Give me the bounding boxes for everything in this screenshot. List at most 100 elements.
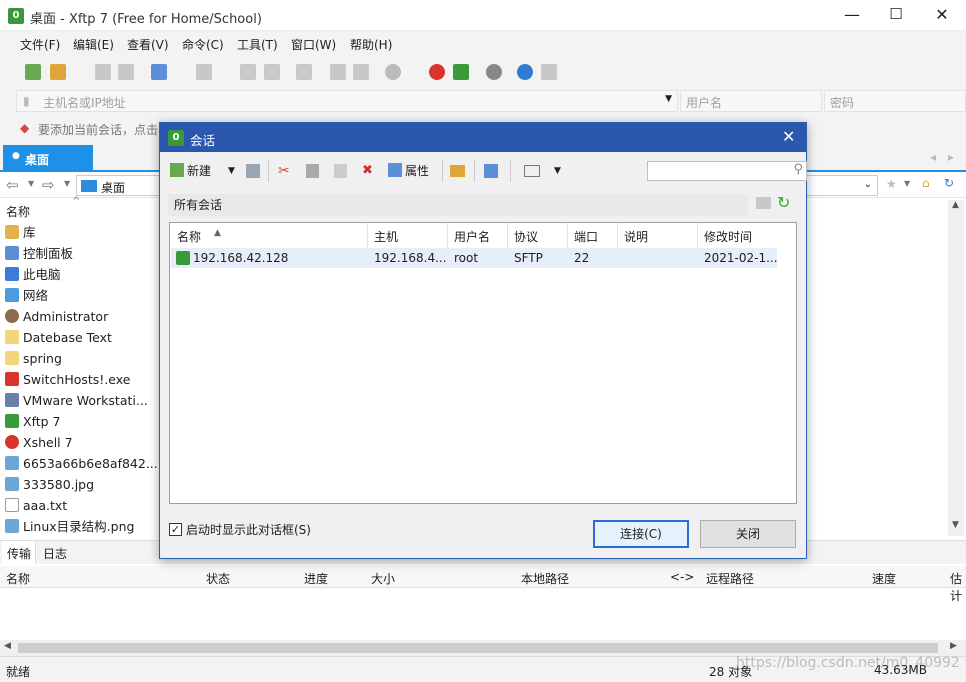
gear-icon[interactable]: [486, 64, 502, 80]
view-mode-icon[interactable]: [524, 165, 540, 177]
copy-icon[interactable]: [306, 164, 319, 178]
list-item[interactable]: 6653a66b6e8af842...: [5, 454, 158, 474]
close-button[interactable]: 关闭: [700, 520, 796, 548]
properties-button[interactable]: 属性: [388, 162, 429, 180]
path-input[interactable]: 桌面: [76, 175, 166, 196]
refresh-icon[interactable]: ↻: [777, 193, 790, 212]
star-icon[interactable]: ★: [886, 177, 897, 191]
column-header[interactable]: 说明: [624, 228, 648, 245]
list-item[interactable]: Datebase Text: [5, 328, 112, 348]
folder-icon[interactable]: [450, 165, 465, 177]
download-icon[interactable]: [264, 64, 280, 80]
globe-icon[interactable]: [385, 64, 401, 80]
tab-log[interactable]: 日志: [43, 545, 67, 562]
paste-icon[interactable]: [353, 64, 369, 80]
chevron-down-icon[interactable]: ▼: [665, 94, 672, 104]
column-header[interactable]: <->: [670, 570, 694, 584]
new-dropdown-icon[interactable]: ▼: [228, 162, 235, 180]
column-header[interactable]: 用户名: [454, 228, 490, 245]
minimize-button[interactable]: —: [838, 2, 866, 28]
remote-scrollbar[interactable]: ▲ ▼: [948, 200, 964, 536]
forward-icon[interactable]: ⇨: [42, 176, 55, 194]
column-header[interactable]: 进度: [304, 570, 328, 587]
disconnect-icon[interactable]: [118, 64, 134, 80]
scroll-down-icon[interactable]: ▼: [952, 520, 959, 530]
menu-file[interactable]: 文件(F): [20, 36, 60, 53]
list-item[interactable]: Xshell 7: [5, 433, 73, 453]
home-icon[interactable]: ⌂: [922, 176, 930, 190]
forward-dropdown-icon[interactable]: ▼: [64, 179, 70, 188]
menu-window[interactable]: 窗口(W): [291, 36, 336, 53]
list-item[interactable]: 库: [5, 223, 36, 243]
chevron-down-icon[interactable]: ⌄: [864, 179, 872, 190]
list-item[interactable]: 网络: [5, 286, 48, 306]
list-item[interactable]: aaa.txt: [5, 496, 67, 516]
view-dropdown-icon[interactable]: ▼: [554, 162, 561, 180]
save-icon[interactable]: [246, 164, 260, 178]
new-session-icon[interactable]: [25, 64, 41, 80]
column-header[interactable]: 状态: [206, 570, 230, 587]
dialog-close-icon[interactable]: ✕: [782, 127, 795, 146]
menu-edit[interactable]: 编辑(E): [73, 36, 114, 53]
menu-help[interactable]: 帮助(H): [350, 36, 392, 53]
tab-scroll-left-icon[interactable]: ◂: [930, 150, 936, 164]
column-header[interactable]: 估计: [950, 570, 966, 604]
menu-view[interactable]: 查看(V): [127, 36, 169, 53]
back-dropdown-icon[interactable]: ▼: [28, 179, 34, 188]
column-header[interactable]: 名称: [177, 228, 201, 245]
maximize-button[interactable]: ☐: [882, 2, 910, 28]
remote-path-input[interactable]: ⌄: [806, 175, 878, 196]
xftp-icon[interactable]: [453, 64, 469, 80]
transfer-scrollbar[interactable]: ◀ ▶: [0, 640, 966, 656]
new-window-icon[interactable]: [151, 64, 167, 80]
list-item[interactable]: SwitchHosts!.exe: [5, 370, 130, 390]
list-item[interactable]: Xftp 7: [5, 412, 61, 432]
list-item[interactable]: Linux目录结构.png: [5, 517, 134, 537]
close-window-button[interactable]: ✕: [928, 2, 956, 28]
list-item[interactable]: Administrator: [5, 307, 108, 327]
list-item[interactable]: VMware Workstati...: [5, 391, 148, 411]
username-input[interactable]: 用户名: [680, 90, 822, 112]
column-header[interactable]: 远程路径: [706, 570, 754, 587]
help-icon[interactable]: [517, 64, 533, 80]
copy-icon[interactable]: [330, 64, 346, 80]
column-header[interactable]: 端口: [574, 228, 598, 245]
breadcrumb-all-sessions[interactable]: 所有会话: [174, 198, 222, 212]
chat-icon[interactable]: [541, 64, 557, 80]
upload-icon[interactable]: [240, 64, 256, 80]
sync-icon[interactable]: [296, 64, 312, 80]
menu-command[interactable]: 命令(C): [182, 36, 224, 53]
column-header[interactable]: 本地路径: [521, 570, 569, 587]
menu-tools[interactable]: 工具(T): [237, 36, 278, 53]
password-input[interactable]: 密码: [824, 90, 966, 112]
table-row[interactable]: 192.168.42.128 192.168.4... root SFTP 22…: [171, 248, 778, 268]
scroll-up-icon[interactable]: ▲: [952, 200, 959, 210]
list-item[interactable]: 控制面板: [5, 244, 73, 264]
column-header[interactable]: 名称: [6, 570, 30, 587]
scroll-thumb[interactable]: [18, 643, 938, 653]
list-item[interactable]: spring: [5, 349, 62, 369]
open-folder-icon[interactable]: [50, 64, 66, 80]
delete-icon[interactable]: ✖: [362, 162, 373, 180]
column-header[interactable]: 主机: [374, 228, 398, 245]
new-session-button[interactable]: 新建: [170, 162, 211, 180]
search-icon[interactable]: ⚲: [793, 162, 803, 177]
transfer-icon[interactable]: [196, 64, 212, 80]
tab-transfer[interactable]: 传输: [2, 541, 36, 564]
paste-icon[interactable]: [334, 164, 347, 178]
shortcut-icon[interactable]: [484, 164, 498, 178]
favorites-dropdown-icon[interactable]: ▼: [904, 179, 910, 188]
tab-desktop[interactable]: ● 桌面: [3, 145, 93, 172]
column-header[interactable]: 速度: [872, 570, 896, 587]
cut-icon[interactable]: ✂: [278, 162, 290, 180]
column-header[interactable]: 修改时间: [704, 228, 752, 245]
list-item[interactable]: 此电脑: [5, 265, 61, 285]
checkbox-check-icon[interactable]: ✓: [169, 523, 182, 536]
list-item[interactable]: 333580.jpg: [5, 475, 94, 495]
new-folder-icon[interactable]: [756, 197, 771, 209]
column-name-header[interactable]: 名称: [6, 203, 30, 220]
column-header[interactable]: 协议: [514, 228, 538, 245]
refresh-icon[interactable]: ↻: [944, 176, 954, 190]
connect-button[interactable]: 连接(C): [593, 520, 689, 548]
xshell-icon[interactable]: [429, 64, 445, 80]
